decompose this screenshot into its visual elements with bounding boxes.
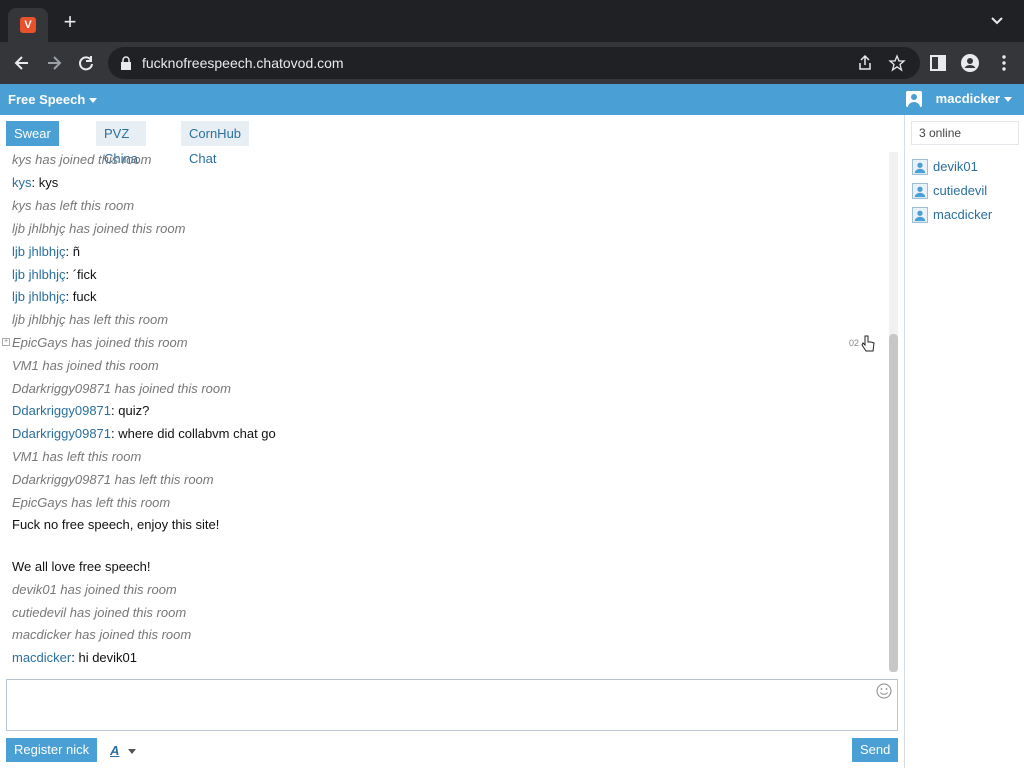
tab-pvz-china[interactable]: PVZ China [96,121,146,166]
message-nick[interactable]: ljb jhlbhjç [12,289,65,304]
send-button[interactable]: Send [852,738,899,762]
new-tab-icon[interactable]: + [60,11,80,33]
address-bar[interactable]: fucknofreespeech.chatovod.com [108,47,920,79]
room-title: Free Speech [8,92,86,107]
system-message: macdicker has joined this room [12,627,192,642]
message-scrollbar[interactable] [889,152,898,672]
star-icon[interactable] [888,54,906,72]
tab-swear-chat[interactable]: Swear Chat [6,121,59,166]
message-text: : quiz? [111,403,150,418]
system-message: VM1 has joined this room [12,358,159,373]
online-count: 3 online [911,121,1019,145]
chat-message: Ddarkriggy09871: where did collabvm chat… [12,426,276,442]
lock-icon [121,56,131,70]
chat-message: macdicker: hi devik01 [12,650,137,666]
system-message: ljb jhlbhjç has joined this room [12,221,186,236]
tab-cornhub-chat[interactable]: CornHub Chat [181,121,250,166]
user-menu[interactable]: macdicker [936,91,1012,106]
message-text: : kys [31,175,59,190]
room-menu[interactable]: Free Speech [8,92,98,107]
favicon-icon: V [20,17,36,33]
message-text: : ñ [65,244,80,259]
message-nick[interactable]: macdicker [12,650,71,665]
announcement-message: Fuck no free speech, enjoy this site! [12,517,220,532]
announcement-message: We all love free speech! [12,559,151,574]
user-icon [912,207,928,223]
message-nick[interactable]: Ddarkriggy09871 [12,403,111,418]
system-message: kys has joined this room [12,152,152,167]
system-message: Ddarkriggy09871 has joined this room [12,381,231,396]
font-caret-icon[interactable] [128,749,136,754]
register-nick-button[interactable]: Register nick [6,738,98,762]
profile-icon[interactable] [960,53,980,73]
chat-message: ljb jhlbhjç: ñ [12,244,80,260]
side-panel-icon[interactable] [928,53,948,73]
scrollbar-thumb[interactable] [889,334,898,672]
chat-message: ljb jhlbhjç: fuck [12,289,97,305]
back-arrow-icon[interactable] [12,53,32,73]
message-text: : fuck [65,289,97,304]
caret-down-icon [1004,97,1012,103]
message-text: : where did collabvm chat go [111,426,276,441]
message-nick[interactable]: Ddarkriggy09871 [12,426,111,441]
message-nick[interactable]: ljb jhlbhjç [12,267,65,282]
message-list: kys has joined this room kys: kys kys has … [0,150,888,672]
user-name: macdicker [933,207,993,222]
smiley-icon[interactable] [876,683,892,699]
user-avatar-icon[interactable] [906,91,922,107]
system-message: devik01 has joined this room [12,582,177,597]
url-text: fucknofreespeech.chatovod.com [142,55,344,71]
user-name: cutiedevil [933,183,988,198]
chat-message: kys: kys [12,175,58,191]
caret-down-icon [89,98,98,104]
share-icon[interactable] [856,54,874,72]
user-icon [912,159,928,175]
browser-tab[interactable]: V [8,8,48,42]
message-time: 02 [849,338,860,348]
browser-tab-bar: V + [0,0,1024,42]
user-icon [912,183,928,199]
system-message: EpicGays has joined this room [12,335,188,350]
expand-icon[interactable]: + [2,338,10,346]
message-text: : ´fick [65,267,97,282]
user-name: devik01 [933,159,978,174]
browser-toolbar: fucknofreespeech.chatovod.com [0,42,1024,84]
chat-message: Ddarkriggy09871: quiz? [12,403,149,419]
kebab-menu-icon[interactable] [994,53,1014,73]
chat-header: Free Speech macdicker [0,84,1024,115]
font-style-button[interactable]: A [110,743,119,758]
message-input[interactable] [6,679,898,731]
forward-arrow-icon[interactable] [44,53,64,73]
system-message: VM1 has left this room [12,449,142,464]
message-text: : hi devik01 [71,650,138,665]
chat-message: ljb jhlbhjç: ´fick [12,267,97,283]
system-message: EpicGays has left this room [12,495,171,510]
current-user-name: macdicker [935,91,1000,106]
system-message: ljb jhlbhjç has left this room [12,312,169,327]
user-list-sidebar: 3 online devik01 cutiedevil macdicker [904,115,1024,768]
system-message: cutiedevil has joined this room [12,605,187,620]
hand-cursor-icon [861,335,875,352]
message-nick[interactable]: ljb jhlbhjç [12,244,65,259]
reload-icon[interactable] [76,53,96,73]
tab-search-chevron-icon[interactable] [990,14,1004,28]
message-nick[interactable]: kys [12,175,32,190]
system-message: Ddarkriggy09871 has left this room [12,472,214,487]
system-message: kys has left this room [12,198,135,213]
